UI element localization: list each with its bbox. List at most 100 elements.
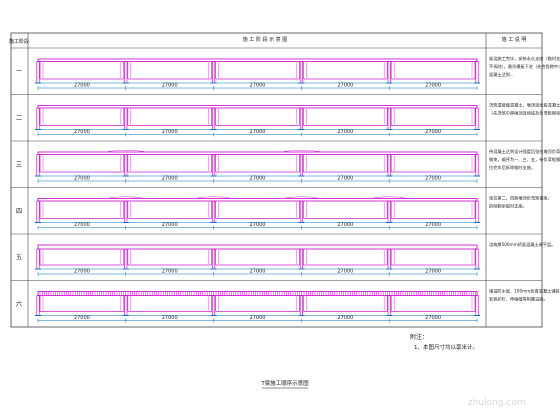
stage-description: 不拆除），悬吊模板下进（先合拢跨中），待	[489, 63, 560, 70]
span-length-label: 27000	[250, 222, 266, 228]
stage-description: 铺设防水层、100mm沥青混凝土铺装层，	[489, 288, 560, 295]
tendon-curve	[109, 196, 142, 199]
pier	[36, 154, 40, 177]
span-length-label: 27000	[162, 176, 178, 182]
span-length-label: 27000	[162, 269, 178, 275]
pier	[299, 154, 303, 177]
stage-number: 三	[16, 161, 22, 168]
pier	[299, 248, 303, 270]
span-length-label: 27000	[337, 83, 353, 89]
header-stage: 施工阶段	[9, 38, 29, 45]
notes-title: 附注：	[410, 333, 428, 341]
pier	[212, 248, 216, 270]
span-length-label: 27000	[425, 176, 441, 182]
pier	[36, 61, 40, 84]
pier	[36, 248, 40, 270]
stage-description: 安装护栏、伸缩缝等附属设施。	[489, 296, 548, 303]
pier	[387, 295, 391, 316]
stage-description: 混凝土达到...	[489, 71, 514, 78]
pier	[124, 200, 128, 223]
stage-row: 五 27000 27000 27000 27000 27000 浇筑厚500mm桥面混凝土调…	[16, 241, 555, 276]
span-length-label: 27000	[162, 222, 178, 228]
deck-slab	[37, 105, 478, 109]
tendon-curve	[197, 196, 230, 199]
pier	[124, 295, 128, 316]
pier	[475, 154, 479, 177]
stage-row: 六 27000 27000 27000 27000 27000 铺设防水层、100mm沥青混…	[16, 288, 560, 323]
pier	[387, 107, 391, 130]
stage-number: 二	[16, 115, 22, 122]
pier	[36, 107, 40, 130]
span-length-label: 27000	[425, 129, 441, 135]
stage-description: （先浇筑中跨墩顶连续段及负弯矩钢束）	[489, 110, 560, 117]
span-length-label: 27000	[250, 176, 266, 182]
pier	[212, 107, 216, 130]
stage-description: 待混凝土达到设计强度后张拉墩顶负弯矩	[489, 148, 560, 155]
tendon-curve	[283, 149, 320, 152]
pier	[36, 295, 40, 316]
span-length-label: 27000	[337, 129, 353, 135]
pier	[299, 200, 303, 223]
pier	[124, 61, 128, 84]
pier	[124, 154, 128, 177]
span-length-label: 27000	[337, 222, 353, 228]
pier	[299, 61, 303, 84]
pier	[212, 61, 216, 84]
stage-description: 拉完毕后拆除临时支座。	[489, 164, 535, 171]
stage-description: 拆除剩余临时支座。	[489, 203, 527, 210]
table-border	[10, 32, 543, 328]
pier	[475, 200, 479, 223]
pier	[36, 200, 40, 223]
header-diagram: 施 工 阶 段 示 意 图	[243, 36, 288, 43]
pier	[475, 61, 479, 84]
stage-description: 张拉第二、四跨墩顶负弯矩钢束，	[489, 195, 552, 202]
span-length-label: 27000	[162, 129, 178, 135]
span-length-label: 27000	[250, 269, 266, 275]
span-length-label: 27000	[425, 83, 441, 89]
header-desc: 施 工 说 明	[502, 36, 527, 43]
tendon-curve	[373, 196, 406, 199]
span-length-label: 27000	[337, 269, 353, 275]
span-length-label: 27000	[250, 129, 266, 135]
span-length-label: 27000	[74, 269, 90, 275]
span-length-label: 27000	[337, 315, 353, 321]
stage-number: 四	[16, 208, 22, 215]
pier	[387, 154, 391, 177]
span-length-label: 27000	[74, 315, 90, 321]
deck-slab	[37, 244, 478, 250]
span-length-label: 27000	[74, 129, 90, 135]
stage-description: 钢束，顺序为一、三、五，待负弯矩钢束张	[489, 156, 560, 163]
tendon-curve	[107, 149, 144, 152]
span-length-label: 27000	[162, 315, 178, 321]
span-length-label: 27000	[425, 315, 441, 321]
span-length-label: 27000	[250, 83, 266, 89]
span-length-label: 27000	[250, 315, 266, 321]
pier	[212, 200, 216, 223]
stage-row: 一 27000 27000 27000 27000 27000 架设施工完毕，安装永久支座（…	[16, 55, 560, 90]
span-length-label: 27000	[74, 83, 90, 89]
pier	[475, 295, 479, 316]
pier	[475, 107, 479, 130]
stage-number: 六	[16, 300, 22, 308]
pier	[387, 200, 391, 223]
deck-slab	[37, 198, 478, 202]
span-length-label: 27000	[425, 222, 441, 228]
pier	[124, 248, 128, 270]
stage-row: 二 27000 27000 27000 27000 27000 浇筑湿接缝混凝土，墩顶连续段…	[16, 102, 560, 137]
stage-row: 四 27000 27000 27000 27000 27000 张拉第二、四跨墩顶负弯矩钢束…	[16, 195, 552, 230]
deck-slab	[37, 58, 478, 62]
pier	[212, 295, 216, 316]
notes-item-1: 1、本图尺寸均以毫米计。	[414, 343, 478, 351]
pier	[299, 107, 303, 130]
watermark: zhulong.com	[468, 398, 526, 408]
span-length-label: 27000	[74, 176, 90, 182]
stage-number: 五	[16, 254, 22, 261]
pier	[475, 248, 479, 270]
stage-description: 架设施工完毕，安装永久支座（临时支座暂	[489, 55, 560, 62]
deck-slab	[37, 151, 478, 155]
pier	[124, 107, 128, 130]
stage-description: 浇筑湿接缝混凝土，墩顶连续段混凝土	[489, 102, 560, 109]
pier	[387, 248, 391, 270]
pier	[387, 61, 391, 84]
pier	[212, 154, 216, 177]
